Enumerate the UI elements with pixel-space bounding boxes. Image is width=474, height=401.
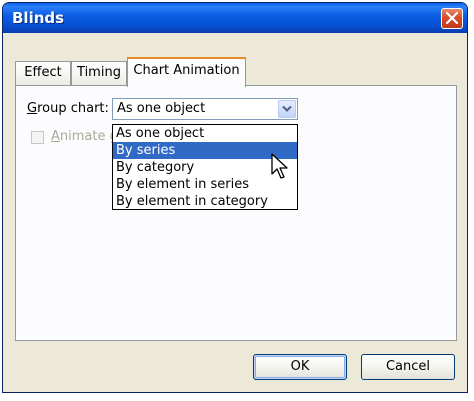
cancel-button[interactable]: Cancel: [361, 354, 455, 380]
window-title: Blinds: [12, 9, 65, 27]
mouse-pointer-icon: [271, 153, 288, 179]
group-chart-value: As one object: [117, 101, 206, 116]
blinds-dialog: Blinds Effect Timing Chart Animation Gro…: [2, 2, 468, 393]
option-by-element-in-category[interactable]: By element in category: [113, 193, 297, 210]
option-as-one-object[interactable]: As one object: [113, 125, 297, 142]
close-icon: [446, 12, 458, 24]
animate-checkbox-label: Animate g: [51, 129, 118, 144]
option-by-category[interactable]: By category: [113, 159, 297, 176]
option-by-series[interactable]: By series: [113, 142, 297, 159]
tab-effect[interactable]: Effect: [15, 61, 71, 85]
group-chart-label: Group chart:: [27, 101, 109, 116]
ok-button[interactable]: OK: [253, 354, 347, 380]
dropdown-button[interactable]: [278, 100, 296, 118]
title-bar[interactable]: Blinds: [3, 3, 467, 33]
tab-chart-animation[interactable]: Chart Animation: [127, 57, 246, 87]
option-by-element-in-series[interactable]: By element in series: [113, 176, 297, 193]
animate-checkbox[interactable]: [31, 131, 44, 144]
group-chart-select[interactable]: As one object: [112, 98, 298, 120]
tab-timing[interactable]: Timing: [71, 61, 127, 85]
close-button[interactable]: [441, 8, 463, 29]
chevron-down-icon: [282, 105, 292, 112]
